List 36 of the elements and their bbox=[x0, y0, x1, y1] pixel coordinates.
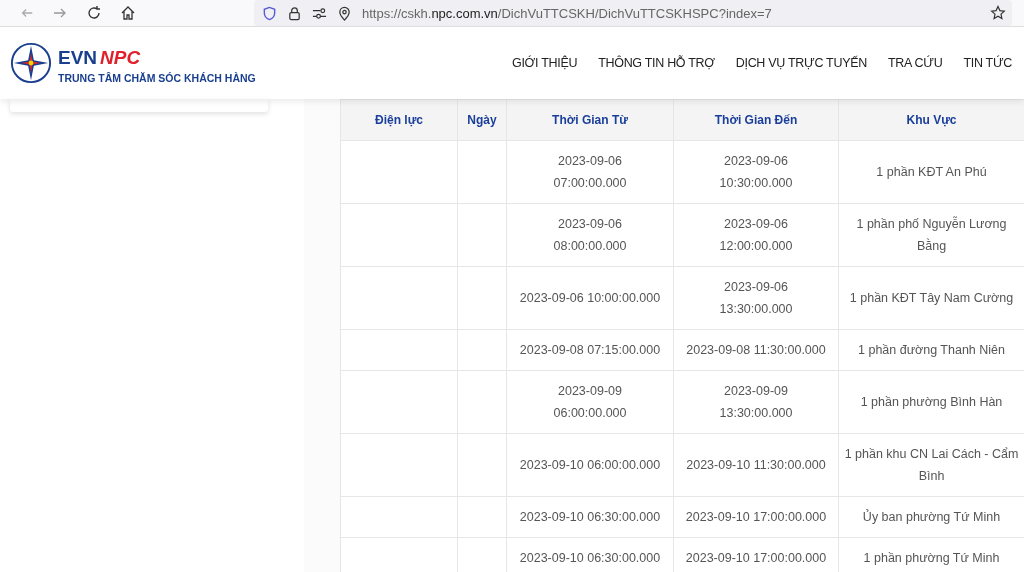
home-icon[interactable] bbox=[120, 5, 136, 21]
brand-name: EVN NPC bbox=[58, 47, 141, 68]
column-header: Ngày bbox=[457, 99, 507, 141]
location-pin-icon[interactable] bbox=[337, 5, 352, 21]
sliders-icon[interactable] bbox=[312, 5, 327, 21]
table-cell: 2023-09-06 13:30:00.000 bbox=[673, 266, 839, 330]
table-cell: 2023-09-10 17:00:00.000 bbox=[673, 496, 839, 538]
table-cell: 2023-09-06 12:00:00.000 bbox=[673, 203, 839, 267]
address-bar[interactable]: https://cskh.npc.com.vn/DichVuTTCSKH/DichVuTTCSKHSPC?index=7 bbox=[254, 0, 1012, 26]
column-header: Thời Gian Từ bbox=[506, 99, 674, 141]
nav-link[interactable]: DỊCH VỤ TRỰC TUYẾN bbox=[735, 56, 867, 70]
reload-icon[interactable] bbox=[86, 5, 102, 21]
table-cell: 2023-09-09 06:00:00.000 bbox=[506, 370, 674, 434]
table-cell: 2023-09-06 10:00:00.000 bbox=[506, 266, 674, 330]
brand-tagline: TRUNG TÂM CHĂM SÓC KHÁCH HÀNG bbox=[58, 72, 256, 84]
column-header: Khu Vực bbox=[838, 99, 1024, 141]
logo-icon bbox=[10, 42, 52, 84]
table-cell: 2023-09-10 11:30:00.000 bbox=[673, 433, 839, 497]
table-cell: 2023-09-09 13:30:00.000 bbox=[673, 370, 839, 434]
column-header: Điện lực bbox=[340, 99, 458, 141]
table-cell: 2023-09-06 07:00:00.000 bbox=[506, 140, 674, 204]
shield-icon[interactable] bbox=[262, 5, 277, 21]
lock-icon[interactable] bbox=[287, 5, 302, 21]
table-cell: 2023-09-08 11:30:00.000 bbox=[673, 329, 839, 371]
nav-link[interactable]: GIỚI THIỆU bbox=[512, 56, 578, 70]
table-cell: 2023-09-10 06:30:00.000 bbox=[506, 496, 674, 538]
nav-link[interactable]: TIN TỨC bbox=[963, 56, 1012, 70]
star-icon[interactable] bbox=[990, 5, 1006, 21]
table-cell: 2023-09-06 08:00:00.000 bbox=[506, 203, 674, 267]
url-text: https://cskh.npc.com.vn/DichVuTTCSKH/DichVuTTCSKHSPC?index=7 bbox=[362, 5, 772, 21]
column-header: Thời Gian Đến bbox=[673, 99, 839, 141]
table-cell: 2023-09-08 07:15:00.000 bbox=[506, 329, 674, 371]
table-cell: 2023-09-06 10:30:00.000 bbox=[673, 140, 839, 204]
nav-link[interactable]: TRA CỨU bbox=[887, 56, 943, 70]
nav-link[interactable]: THÔNG TIN HỖ TRỢ bbox=[598, 56, 715, 70]
table-cell: 2023-09-10 06:00:00.000 bbox=[506, 433, 674, 497]
